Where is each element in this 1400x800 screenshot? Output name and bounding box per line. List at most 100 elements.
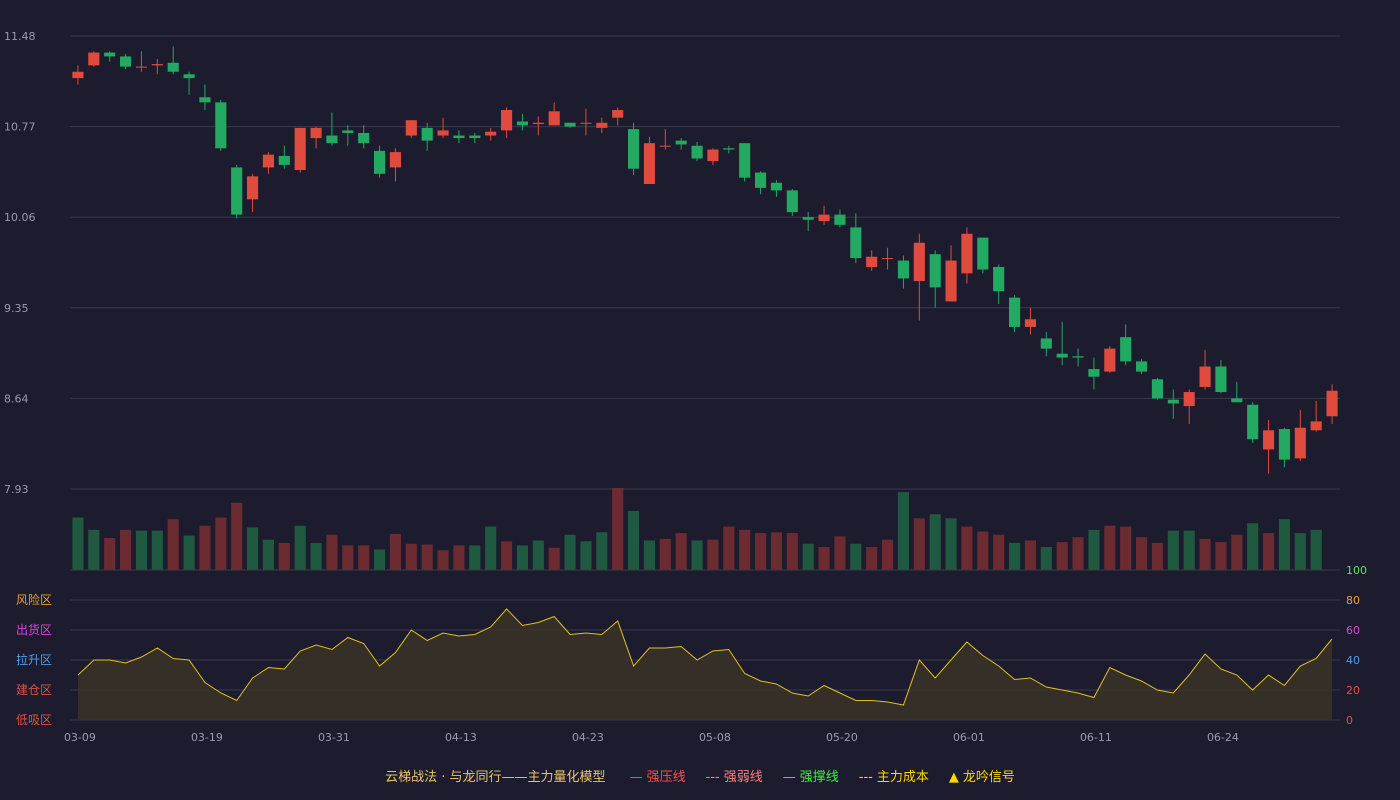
volume-bar xyxy=(135,530,147,570)
candle-body xyxy=(120,56,132,67)
volume-bar xyxy=(374,549,386,570)
candle-body xyxy=(596,122,608,128)
volume-bar xyxy=(659,538,671,570)
indicator-tick-label: 20 xyxy=(1346,684,1360,697)
volume-bar xyxy=(120,529,132,570)
volume-bar xyxy=(945,518,957,570)
legend-item[interactable]: — 强压线 xyxy=(630,766,686,785)
candle-body xyxy=(88,52,100,66)
candle-body xyxy=(977,237,989,270)
volume-bar xyxy=(739,529,751,570)
legend-symbol: ▲ xyxy=(948,770,959,785)
x-tick-label: 03-09 xyxy=(64,731,96,744)
candle-body xyxy=(1199,366,1211,387)
candle-body xyxy=(929,254,941,288)
candle-body xyxy=(1120,337,1132,362)
legend-item[interactable]: ▲ 龙吟信号 xyxy=(949,766,1015,785)
x-tick-label: 06-11 xyxy=(1080,731,1112,744)
volume-bar xyxy=(913,518,925,570)
price-tick-label: 7.93 xyxy=(4,483,29,496)
legend-label: 主力成本 xyxy=(876,770,929,785)
volume-bar xyxy=(151,530,163,570)
candle-body xyxy=(326,135,338,144)
x-tick-label: 04-13 xyxy=(445,731,477,744)
candle-body xyxy=(897,260,909,279)
legend-item[interactable]: — 强撑线 xyxy=(783,766,839,785)
volume-bar xyxy=(1167,530,1179,570)
candle-body xyxy=(1088,369,1100,377)
volume-bar xyxy=(612,488,624,570)
candle-body xyxy=(866,256,878,267)
legend-symbol: --- xyxy=(705,770,720,785)
volume-bar xyxy=(628,510,640,570)
volume-bar xyxy=(834,536,846,570)
indicator-tick-label: 100 xyxy=(1346,564,1367,577)
volume-bar xyxy=(786,533,798,570)
candle-body xyxy=(1151,379,1163,399)
volume-bar xyxy=(1136,537,1148,570)
legend-symbol: --- xyxy=(858,770,873,785)
candle-body xyxy=(1040,338,1052,349)
volume-bar xyxy=(1199,538,1211,570)
volume-bar xyxy=(516,545,528,570)
volume-bar xyxy=(723,526,735,570)
candle-body xyxy=(739,143,751,178)
candle-body xyxy=(485,131,497,136)
price-tick-label: 11.48 xyxy=(4,30,36,43)
volume-bar xyxy=(548,547,560,570)
candle-body xyxy=(532,122,544,125)
volume-bar xyxy=(1072,537,1084,570)
legend-item[interactable]: --- 强弱线 xyxy=(706,766,763,785)
legend-label: 强撑线 xyxy=(799,770,839,785)
candle-body xyxy=(247,176,259,200)
candle-body xyxy=(310,127,322,139)
volume-bar xyxy=(405,543,417,570)
volume-bar xyxy=(993,534,1005,570)
zone-label: 低吸区 xyxy=(16,713,52,727)
volume-bar xyxy=(1088,529,1100,570)
candle-body xyxy=(818,214,830,222)
candle-body xyxy=(691,145,703,159)
volume-bar xyxy=(215,517,227,570)
volume-bar xyxy=(564,534,576,570)
candle-body xyxy=(421,127,433,141)
legend: 云梯战法 · 与龙同行——主力量化模型 — 强压线 --- 强弱线 — 强撑线 --- 主力成… xyxy=(0,766,1400,785)
price-tick-label: 10.77 xyxy=(4,121,36,134)
volume-bar xyxy=(437,550,449,570)
volume-bar xyxy=(104,538,116,570)
x-tick-label: 05-20 xyxy=(826,731,858,744)
candle-body xyxy=(1056,353,1068,358)
zone-label: 风险区 xyxy=(16,592,52,607)
candle-body xyxy=(374,150,386,174)
volume-bar xyxy=(167,519,179,570)
volume-bar xyxy=(1310,529,1322,570)
candle-body xyxy=(1104,348,1116,372)
candle-body xyxy=(643,143,655,185)
candle-body xyxy=(215,102,227,149)
candle-body xyxy=(231,167,243,215)
candle-body xyxy=(961,233,973,274)
volume-bar xyxy=(961,526,973,570)
volume-bar xyxy=(1215,542,1227,570)
candle-body xyxy=(1215,366,1227,393)
volume-bar xyxy=(1120,526,1132,570)
zone-label: 建仓区 xyxy=(16,683,52,697)
volume-bar xyxy=(643,540,655,570)
volume-bar xyxy=(1009,542,1021,570)
candle-body xyxy=(262,154,274,168)
candle-body xyxy=(1231,398,1243,403)
legend-label: 强弱线 xyxy=(723,770,763,785)
legend-title: 云梯战法 · 与龙同行——主力量化模型 xyxy=(385,770,606,785)
volume-bar xyxy=(818,547,830,570)
candle-body xyxy=(294,127,306,170)
volume-bar xyxy=(358,545,370,570)
candle-body xyxy=(707,149,719,162)
candle-body xyxy=(469,135,481,139)
legend-item[interactable]: --- 主力成本 xyxy=(859,766,929,785)
zone-label: 拉升区 xyxy=(16,652,52,667)
x-tick-label: 05-08 xyxy=(699,731,731,744)
volume-bar xyxy=(675,533,687,570)
volume-bar xyxy=(501,541,513,570)
candle-body xyxy=(183,74,195,79)
volume-bar xyxy=(1040,547,1052,570)
